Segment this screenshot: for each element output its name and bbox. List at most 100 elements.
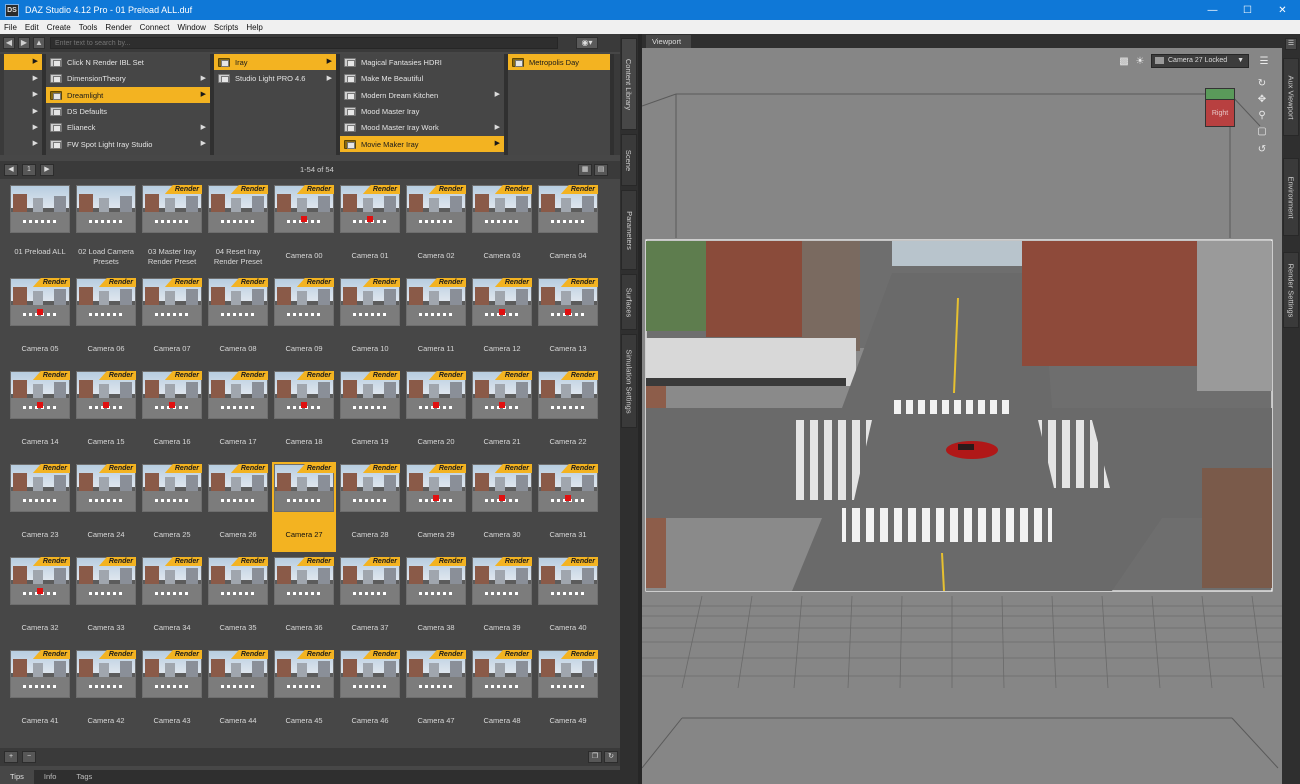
folder-item[interactable]: Modern Dream Kitchen ▶ xyxy=(340,87,504,103)
folder-item[interactable]: ▶ xyxy=(4,71,42,87)
folder-item[interactable]: ▶ xyxy=(4,136,42,152)
preset-tile[interactable]: Render Camera 13 xyxy=(536,276,600,366)
preset-tile[interactable]: Render Camera 12 xyxy=(470,276,534,366)
preset-tile[interactable]: Render Camera 32 xyxy=(8,555,72,645)
preset-tile[interactable]: Render Camera 41 xyxy=(8,648,72,738)
viewport[interactable]: ▩ ☀ Camera 27 Locked ▼ ☰ Right ↻ ✥ ⚲ ▢ ↺ xyxy=(642,48,1282,784)
preset-tile[interactable]: Render Camera 40 xyxy=(536,555,600,645)
minimize-icon[interactable]: — xyxy=(1195,0,1230,20)
page-number[interactable]: 1 xyxy=(22,164,36,176)
preset-tile[interactable]: Render Camera 00 xyxy=(272,183,336,273)
folder-item[interactable]: FW Spot Light Iray Studio ▶ xyxy=(46,136,210,152)
preset-tile[interactable]: Render Camera 16 xyxy=(140,369,204,459)
remove-icon[interactable]: − xyxy=(22,751,36,763)
prev-page-icon[interactable]: ◀ xyxy=(4,164,18,176)
column-scrollbar[interactable] xyxy=(610,54,614,155)
right-tab-render-settings[interactable]: Render Settings xyxy=(1283,252,1299,328)
up-icon[interactable]: ▲ xyxy=(33,37,45,49)
preset-tile[interactable]: Render Camera 26 xyxy=(206,462,270,552)
viewport-menu-icon[interactable]: ☰ xyxy=(1258,56,1270,68)
preset-tile[interactable]: Render Camera 23 xyxy=(8,462,72,552)
preset-tile[interactable]: Render Camera 18 xyxy=(272,369,336,459)
refresh-icon[interactable]: ↻ xyxy=(604,751,618,763)
tab-viewport[interactable]: Viewport xyxy=(646,35,692,48)
view-cube-front[interactable]: Right xyxy=(1205,99,1235,127)
folder-item[interactable]: ▶ xyxy=(4,104,42,120)
preset-tile[interactable]: Render Camera 05 xyxy=(8,276,72,366)
preset-tile[interactable]: Render Camera 43 xyxy=(140,648,204,738)
preset-tile[interactable]: Render Camera 15 xyxy=(74,369,138,459)
frame-icon[interactable]: ▢ xyxy=(1256,126,1268,138)
tab-tips[interactable]: Tips xyxy=(0,770,34,784)
preset-tile[interactable]: Render Camera 49 xyxy=(536,648,600,738)
menu-create[interactable]: Create xyxy=(47,23,71,32)
right-tab-aux-viewport[interactable]: Aux Viewport xyxy=(1283,58,1299,136)
folder-item[interactable]: Mood Master Iray xyxy=(340,104,504,120)
preset-tile[interactable]: Render Camera 31 xyxy=(536,462,600,552)
folder-item[interactable]: Iray ▶ xyxy=(214,54,336,71)
preset-tile[interactable]: Render Camera 33 xyxy=(74,555,138,645)
preset-tile[interactable]: 02 Load Camera Presets xyxy=(74,183,138,273)
preset-tile[interactable]: Render Camera 29 xyxy=(404,462,468,552)
preset-tile[interactable]: Render Camera 46 xyxy=(338,648,402,738)
preset-tile[interactable]: Render Camera 02 xyxy=(404,183,468,273)
preset-tile[interactable]: Render Camera 45 xyxy=(272,648,336,738)
preset-tile[interactable]: Render Camera 37 xyxy=(338,555,402,645)
preset-tile[interactable]: 01 Preload ALL xyxy=(8,183,72,273)
preset-tile[interactable]: Render Camera 38 xyxy=(404,555,468,645)
folder-item[interactable]: Movie Maker Iray ▶ xyxy=(340,136,504,153)
draw-style-icon[interactable]: ▩ xyxy=(1118,56,1130,68)
folder-item[interactable]: Metropolis Day xyxy=(508,54,610,71)
forward-icon[interactable]: ▶ xyxy=(18,37,30,49)
menu-render[interactable]: Render xyxy=(105,23,131,32)
database-menu-icon[interactable]: ◉▾ xyxy=(576,37,598,49)
orbit-icon[interactable]: ↻ xyxy=(1256,78,1268,90)
preset-tile[interactable]: Render Camera 14 xyxy=(8,369,72,459)
pane-menu-icon[interactable]: ☰ xyxy=(1285,38,1297,50)
menu-tools[interactable]: Tools xyxy=(79,23,98,32)
folder-item[interactable]: Mood Master Iray Work ▶ xyxy=(340,120,504,136)
pan-icon[interactable]: ✥ xyxy=(1256,94,1268,106)
back-icon[interactable]: ◀ xyxy=(3,37,15,49)
side-tab-parameters[interactable]: Parameters xyxy=(621,190,637,270)
menu-help[interactable]: Help xyxy=(246,23,262,32)
light-icon[interactable]: ☀ xyxy=(1134,56,1146,68)
folder-item[interactable]: DimensionTheory ▶ xyxy=(46,71,210,87)
preset-tile[interactable]: Render Camera 34 xyxy=(140,555,204,645)
folder-item[interactable]: ▶ xyxy=(4,54,42,71)
preset-tile[interactable]: Render Camera 07 xyxy=(140,276,204,366)
preset-tile[interactable]: Render Camera 42 xyxy=(74,648,138,738)
list-view-icon[interactable]: ▤ xyxy=(594,164,608,176)
icon-view-icon[interactable]: ▦ xyxy=(578,164,592,176)
folder-item[interactable]: DS Defaults xyxy=(46,104,210,120)
preset-tile[interactable]: Render Camera 01 xyxy=(338,183,402,273)
preset-tile[interactable]: Render 04 Reset Iray Render Preset xyxy=(206,183,270,273)
tab-tags[interactable]: Tags xyxy=(66,770,102,784)
preset-tile[interactable]: Render Camera 35 xyxy=(206,555,270,645)
preset-tile[interactable]: Render Camera 19 xyxy=(338,369,402,459)
preset-tile[interactable]: Render Camera 44 xyxy=(206,648,270,738)
add-icon[interactable]: + xyxy=(4,751,18,763)
folder-item[interactable]: Dreamlight ▶ xyxy=(46,87,210,104)
preset-tile[interactable]: Render Camera 30 xyxy=(470,462,534,552)
preset-tile[interactable]: Render Camera 27 xyxy=(272,462,336,552)
preset-tile[interactable]: Render Camera 24 xyxy=(74,462,138,552)
camera-select[interactable]: Camera 27 Locked ▼ xyxy=(1151,54,1249,68)
right-tab-environment[interactable]: Environment xyxy=(1283,158,1299,236)
preset-tile[interactable]: Render Camera 10 xyxy=(338,276,402,366)
folder-item[interactable]: ▶ xyxy=(4,87,42,103)
preset-tile[interactable]: Render Camera 21 xyxy=(470,369,534,459)
preset-tile[interactable]: Render 03 Master Iray Render Preset xyxy=(140,183,204,273)
menu-scripts[interactable]: Scripts xyxy=(214,23,238,32)
preset-tile[interactable]: Render Camera 09 xyxy=(272,276,336,366)
menu-file[interactable]: File xyxy=(4,23,17,32)
menu-edit[interactable]: Edit xyxy=(25,23,39,32)
tab-info[interactable]: Info xyxy=(34,770,67,784)
maximize-icon[interactable]: ☐ xyxy=(1230,0,1265,20)
preset-tile[interactable]: Render Camera 03 xyxy=(470,183,534,273)
preset-tile[interactable]: Render Camera 48 xyxy=(470,648,534,738)
copy-icon[interactable]: ❐ xyxy=(588,751,602,763)
folder-item[interactable]: Elianeck ▶ xyxy=(46,120,210,136)
folder-item[interactable]: Studio Light PRO 4.6 ▶ xyxy=(214,71,336,87)
menu-window[interactable]: Window xyxy=(177,23,205,32)
